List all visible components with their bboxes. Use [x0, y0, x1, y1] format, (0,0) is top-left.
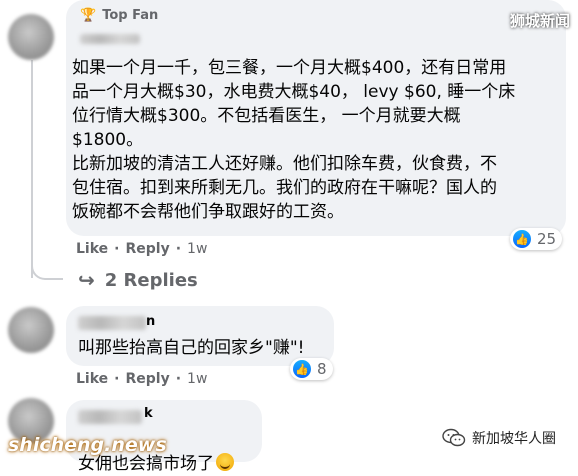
reaction-count[interactable]: 👍 25 — [510, 228, 563, 250]
reaction-number: 25 — [537, 230, 557, 248]
reply-arrow-icon: ↪ — [78, 268, 95, 292]
comment-actions: Like · Reply · 1w — [76, 241, 207, 257]
like-button[interactable]: Like — [76, 371, 108, 387]
watermark-bottom-left: shicheng.news — [8, 434, 167, 456]
commenter-name-fragment: n — [146, 314, 156, 329]
top-fan-badge: 🏆 Top Fan — [80, 8, 158, 23]
watermark-label: 新加坡华人圈 — [472, 431, 556, 447]
grinning-squinting-face-icon — [216, 453, 234, 471]
comment-text-body: 女佣也会搞市场了 — [78, 454, 214, 474]
watermark-top-right: 狮城新闻 — [509, 12, 570, 30]
reaction-count[interactable]: 👍 8 — [290, 358, 333, 380]
wechat-icon — [442, 428, 466, 447]
commenter-name-redacted[interactable] — [78, 410, 142, 424]
badge-label: Top Fan — [102, 8, 159, 23]
comment-actions: Like · Reply · 1w — [76, 371, 207, 387]
timestamp[interactable]: 1w — [187, 371, 207, 387]
separator: · — [114, 371, 120, 387]
reply-button[interactable]: Reply — [125, 371, 169, 387]
comment-bubble: 🏆 Top Fan 如果一个月一千，包三餐，一个月大概$400，还有日常用 品一… — [66, 0, 566, 236]
commenter-name-redacted[interactable] — [78, 316, 146, 330]
avatar[interactable] — [8, 14, 54, 60]
separator: · — [175, 371, 182, 387]
thread-connector — [31, 240, 63, 280]
reaction-number: 8 — [317, 360, 327, 378]
separator: · — [175, 241, 182, 257]
commenter-name-redacted[interactable] — [80, 34, 140, 44]
replies-label: 2 Replies — [104, 269, 198, 291]
watermark-bottom-right: 新加坡华人圈 — [442, 428, 556, 448]
comment-bubble: n 叫那些抬高自己的回家乡"赚"! — [66, 306, 334, 366]
avatar[interactable] — [8, 307, 54, 353]
like-button[interactable]: Like — [76, 241, 108, 257]
comment-text: 如果一个月一千，包三餐，一个月大概$400，还有日常用 品一个月大概$30，水电… — [72, 58, 516, 222]
reply-button[interactable]: Reply — [125, 241, 169, 257]
timestamp[interactable]: 1w — [187, 241, 207, 257]
trophy-icon: 🏆 — [80, 8, 97, 23]
separator: · — [114, 241, 120, 257]
thumbs-up-icon: 👍 — [513, 230, 531, 248]
comment-text: 叫那些抬高自己的回家乡"赚"! — [78, 338, 305, 358]
commenter-name-fragment: k — [144, 406, 153, 421]
thumbs-up-icon: 👍 — [293, 360, 311, 378]
view-replies-button[interactable]: ↪ 2 Replies — [78, 268, 198, 292]
